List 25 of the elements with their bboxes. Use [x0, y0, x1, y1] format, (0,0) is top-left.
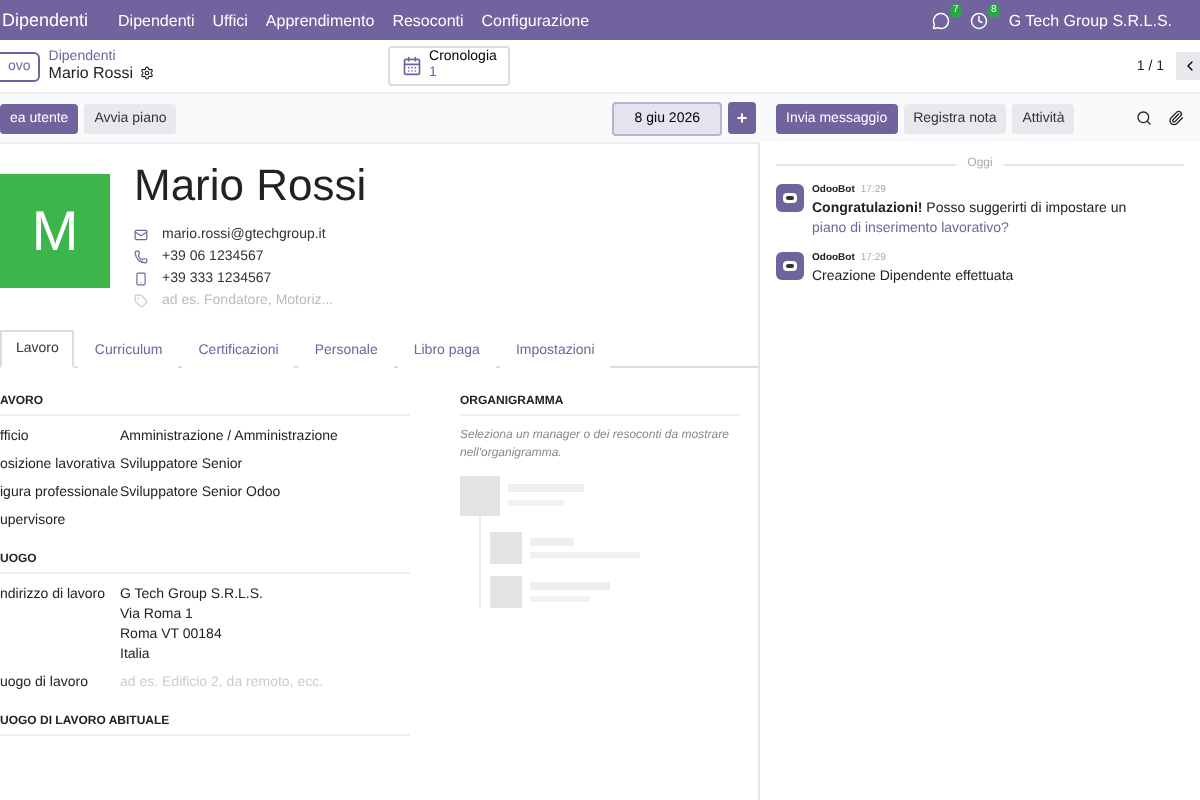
- chat-icon[interactable]: [932, 11, 951, 29]
- clock-icon[interactable]: [970, 11, 989, 29]
- phone-icon: [134, 250, 148, 264]
- menu-item[interactable]: Configurazione: [481, 11, 590, 29]
- paperclip-icon[interactable]: [1168, 110, 1184, 126]
- menu-item[interactable]: Resoconti: [392, 11, 464, 29]
- app-name[interactable]: Dipendenti: [2, 10, 89, 30]
- mobile-phone-icon: [134, 272, 148, 286]
- bot-avatar-icon: [776, 252, 804, 280]
- add-button[interactable]: +: [728, 102, 756, 134]
- calendar-icon: [401, 56, 422, 76]
- search-icon[interactable]: [1136, 110, 1152, 126]
- employee-name: Mario Rossi: [134, 160, 367, 212]
- menu-item[interactable]: Dipendenti: [118, 11, 195, 29]
- bot-avatar-icon: [776, 184, 804, 212]
- previous-button[interactable]: [1176, 52, 1200, 80]
- avatar-image[interactable]: M: [0, 174, 110, 288]
- menu-item[interactable]: Apprendimento: [265, 11, 375, 29]
- record-name: Mario Rossi: [48, 64, 134, 82]
- tag-icon: [134, 294, 148, 308]
- menu-item[interactable]: Uffici: [212, 11, 248, 29]
- settings-icon[interactable]: [139, 66, 154, 80]
- company-switcher[interactable]: G Tech Group S.R.L.S.: [1008, 11, 1172, 29]
- envelope-icon: [134, 228, 148, 242]
- chevron-left-icon: [1182, 58, 1198, 74]
